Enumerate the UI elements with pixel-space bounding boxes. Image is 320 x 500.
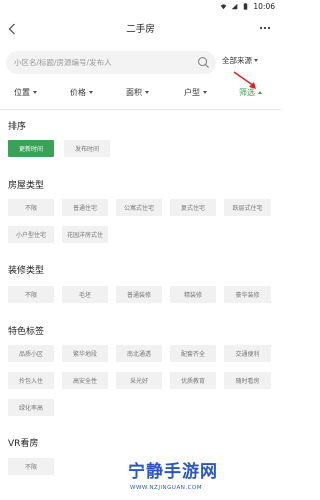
house-type-chip[interactable]: 不限 [8,199,54,216]
vr-option-chip[interactable]: 不限 [8,458,54,475]
house-type-chip[interactable]: 花园洋房式住 [62,226,108,243]
filter-bar: 位置 价格 面积 户型 筛选 [0,84,281,104]
search-icon[interactable] [197,56,210,69]
feature-tag-chip[interactable]: 优质教育 [170,372,216,389]
decoration-chip[interactable]: 豪华装修 [224,286,271,303]
status-time: 10:06 [253,2,275,11]
filter-tab-more[interactable]: 筛选 [239,87,262,98]
status-bar: 10:06 [0,0,281,14]
house-type-chip[interactable]: 复式住宅 [170,199,216,216]
section-title-vr: VR看房 [8,439,39,449]
house-type-chip[interactable]: 跃层式住宅 [224,199,271,216]
filter-tab-area[interactable]: 面积 [126,87,149,98]
house-type-chip[interactable]: 小户型住宅 [8,226,54,243]
feature-tag-chip[interactable]: 交通便利 [224,345,271,362]
filter-tab-label: 位置 [14,88,30,97]
feature-tag-chip[interactable]: 品质小区 [8,345,54,362]
sort-option-chip[interactable]: 更新时间 [8,140,54,157]
filter-tab-label: 价格 [70,88,86,97]
app-header: 二手房 [0,14,281,44]
chevron-down-icon [254,59,258,62]
signal-icon [232,3,238,10]
feature-tag-chip[interactable]: 随时看房 [224,372,271,389]
house-type-chip[interactable]: 公寓式住宅 [116,199,162,216]
more-button[interactable] [257,20,273,36]
battery-icon [244,3,248,10]
page-title: 二手房 [126,24,155,35]
divider [0,109,281,110]
feature-tag-chip[interactable]: 拎包入住 [8,372,54,389]
section-title-sort: 排序 [8,122,27,132]
chevron-down-icon [89,91,93,94]
feature-tag-chip[interactable]: 采光好 [116,372,162,389]
source-dropdown[interactable]: 全部来源 [222,55,258,66]
feature-tag-chip[interactable]: 配套齐全 [170,345,216,362]
house-type-chip[interactable]: 普通住宅 [62,199,108,216]
filter-tab-label: 面积 [126,88,142,97]
search-input[interactable] [14,51,194,74]
section-title-decoration: 装修类型 [8,266,45,276]
site-watermark: 宁静手游网 WWW.NZJINGUAN.COM [96,455,281,500]
feature-tag-chip[interactable]: 高安全性 [62,372,108,389]
section-title-features: 特色标签 [8,327,45,337]
more-dots-icon [259,26,271,30]
decoration-chip[interactable]: 毛坯 [62,286,108,303]
decoration-chip[interactable]: 精装修 [170,286,216,303]
feature-tag-chip[interactable]: 繁华地段 [62,345,108,362]
section-title-house-type: 房屋类型 [8,181,45,191]
chevron-down-icon [33,91,37,94]
filter-tab-label: 户型 [184,88,200,97]
filter-tab-price[interactable]: 价格 [70,87,93,98]
chevron-down-icon [145,91,149,94]
watermark-url: WWW.NZJINGUAN.COM [130,485,202,491]
search-box[interactable] [6,51,216,74]
feature-tag-chip[interactable]: 绿化率高 [8,399,54,416]
source-label: 全部来源 [222,56,252,65]
filter-tab-location[interactable]: 位置 [14,87,37,98]
sort-option-chip[interactable]: 发布时间 [64,140,110,157]
decoration-chip[interactable]: 普通装修 [116,286,162,303]
wifi-icon [221,4,227,10]
feature-tag-chip[interactable]: 南北通透 [116,345,162,362]
chevron-up-icon [258,91,262,94]
filter-tab-label: 筛选 [239,88,255,97]
filter-tab-layout[interactable]: 户型 [184,87,207,98]
chevron-down-icon [203,91,207,94]
watermark-brand: 宁静手游网 [128,462,218,482]
decoration-chip[interactable]: 不限 [8,286,54,303]
